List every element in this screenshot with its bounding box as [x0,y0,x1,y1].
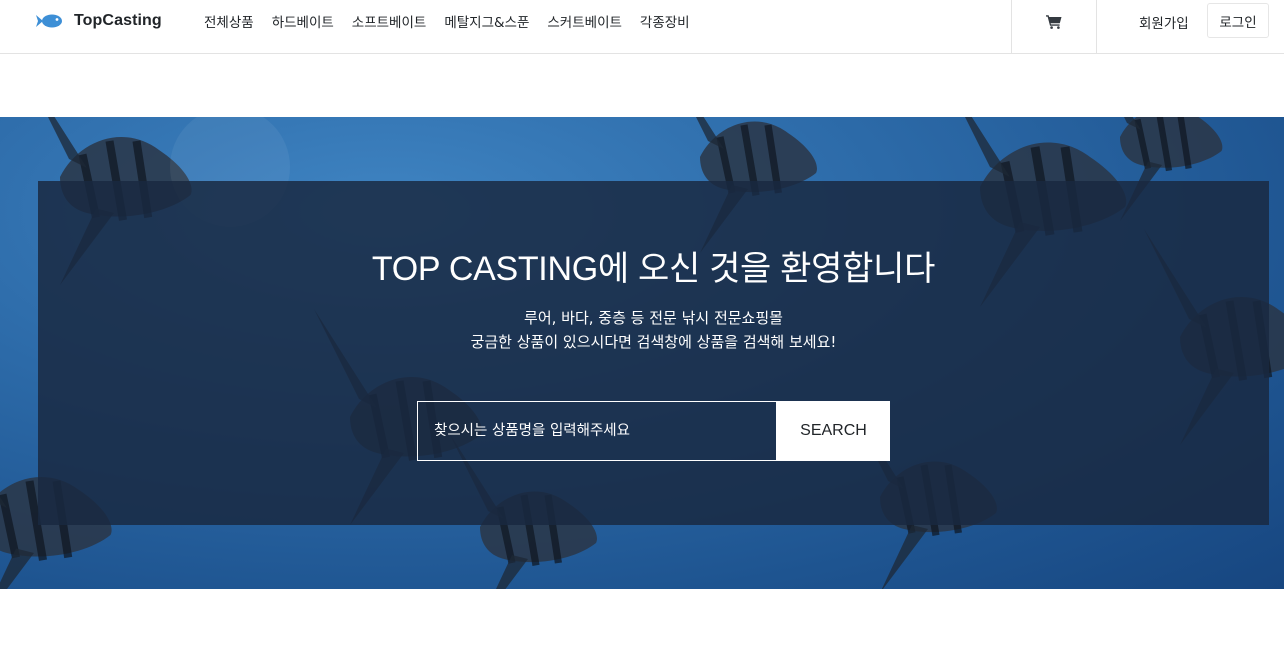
hero-subtitle-line2: 궁금한 상품이 있으시다면 검색창에 상품을 검색해 보세요! [470,333,837,351]
hero-banner: TOP CASTING에 오신 것을 환영합니다 루어, 바다, 중층 등 전문… [0,117,1284,589]
nav-item-all-products[interactable]: 전체상품 [195,11,263,31]
search-button[interactable]: SEARCH [777,401,890,461]
search-input[interactable] [417,401,777,461]
nav-divider [1011,0,1012,54]
cart-icon[interactable] [1043,12,1065,30]
top-navbar: TopCasting 전체상품 하드베이트 소프트베이트 메탈지그&스푼 스커트… [0,0,1284,54]
login-button[interactable]: 로그인 [1207,3,1269,38]
hero-title: TOP CASTING에 오신 것을 환영합니다 [371,250,936,288]
nav-item-soft-bait[interactable]: 소프트베이트 [343,11,436,31]
hero-overlay: TOP CASTING에 오신 것을 환영합니다 루어, 바다, 중층 등 전문… [38,181,1269,525]
nav-item-hard-bait[interactable]: 하드베이트 [263,11,343,31]
fish-icon [36,14,62,28]
nav-item-equipment[interactable]: 각종장비 [631,11,699,31]
hero-subtitle-line1: 루어, 바다, 중층 등 전문 낚시 전문쇼핑몰 [524,309,783,327]
signup-link[interactable]: 회원가입 [1139,12,1189,32]
nav-item-skirt-bait[interactable]: 스커트베이트 [538,11,631,31]
main-nav: 전체상품 하드베이트 소프트베이트 메탈지그&스푼 스커트베이트 각종장비 [195,0,699,42]
nav-divider [1096,0,1097,54]
brand-name[interactable]: TopCasting [74,12,162,30]
nav-item-metal-jig-spoon[interactable]: 메탈지그&스푼 [435,11,538,31]
brand[interactable]: TopCasting [36,0,162,42]
